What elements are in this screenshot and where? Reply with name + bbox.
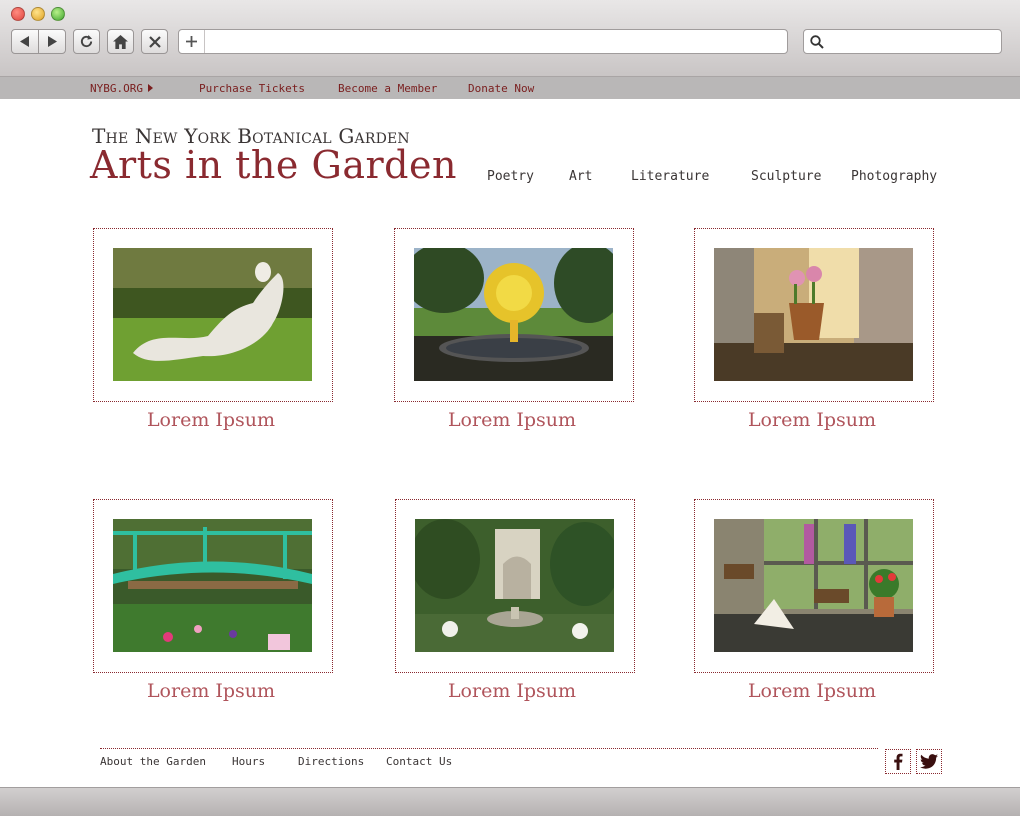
search-input[interactable]: [803, 29, 1002, 54]
search-icon: [810, 34, 824, 49]
back-arrow-icon: [20, 36, 29, 47]
home-icon: [113, 34, 128, 49]
reload-button[interactable]: [73, 29, 100, 54]
twitter-icon: [920, 754, 938, 769]
gallery-card[interactable]: [395, 499, 635, 673]
forward-arrow-icon: [48, 36, 57, 47]
sculpture-photo: [113, 248, 312, 381]
browser-status-bar: [0, 787, 1020, 816]
gallery-caption[interactable]: Lorem Ipsum: [91, 409, 331, 431]
close-window-button[interactable]: [11, 7, 25, 21]
nav-art[interactable]: Art: [569, 169, 592, 184]
new-tab-button[interactable]: [179, 30, 205, 53]
gallery-card[interactable]: [694, 499, 934, 673]
forward-button[interactable]: [38, 30, 65, 53]
glass-sculpture-photo: [414, 248, 613, 381]
stop-button[interactable]: [141, 29, 168, 54]
nav-literature[interactable]: Literature: [631, 169, 709, 184]
browser-toolbar: [0, 0, 1020, 77]
gallery-caption[interactable]: Lorem Ipsum: [692, 409, 932, 431]
utility-bar: NYBG.ORG Purchase Tickets Become a Membe…: [0, 77, 1020, 99]
purchase-tickets-link[interactable]: Purchase Tickets: [199, 82, 305, 95]
gallery-card[interactable]: [694, 228, 934, 402]
hyacinth-window-photo: [714, 248, 913, 381]
gallery-card[interactable]: [394, 228, 634, 402]
nybg-link[interactable]: NYBG.ORG: [90, 82, 153, 95]
window-controls: [11, 7, 65, 21]
become-member-link[interactable]: Become a Member: [338, 82, 437, 95]
gallery-card[interactable]: [93, 228, 333, 402]
plus-icon: [186, 36, 197, 47]
home-button[interactable]: [107, 29, 134, 54]
facebook-icon: [894, 753, 903, 770]
donate-link[interactable]: Donate Now: [468, 82, 534, 95]
history-buttons: [11, 29, 66, 54]
facebook-button[interactable]: [885, 749, 911, 774]
stereoscope-window-photo: [714, 519, 913, 652]
gallery-caption[interactable]: Lorem Ipsum: [392, 680, 632, 702]
reload-icon: [80, 34, 93, 48]
gallery-caption[interactable]: Lorem Ipsum: [692, 680, 932, 702]
page-title: Arts in the Garden: [90, 143, 457, 187]
nav-sculpture[interactable]: Sculpture: [751, 169, 821, 184]
back-button[interactable]: [12, 30, 38, 53]
zoom-window-button[interactable]: [51, 7, 65, 21]
nav-poetry[interactable]: Poetry: [487, 169, 534, 184]
footer-directions-link[interactable]: Directions: [298, 755, 364, 768]
minimize-window-button[interactable]: [31, 7, 45, 21]
japanese-bridge-photo: [113, 519, 312, 652]
gallery-card[interactable]: [93, 499, 333, 673]
conservatory-fountain-photo: [415, 519, 614, 652]
nav-photography[interactable]: Photography: [851, 169, 937, 184]
close-icon: [148, 35, 161, 48]
gallery-caption[interactable]: Lorem Ipsum: [91, 680, 331, 702]
address-bar[interactable]: [178, 29, 788, 54]
footer-divider: [100, 748, 878, 749]
twitter-button[interactable]: [916, 749, 942, 774]
caret-right-icon: [147, 84, 153, 92]
footer-contact-link[interactable]: Contact Us: [386, 755, 452, 768]
footer-about-link[interactable]: About the Garden: [100, 755, 206, 768]
footer-hours-link[interactable]: Hours: [232, 755, 265, 768]
gallery-caption[interactable]: Lorem Ipsum: [392, 409, 632, 431]
